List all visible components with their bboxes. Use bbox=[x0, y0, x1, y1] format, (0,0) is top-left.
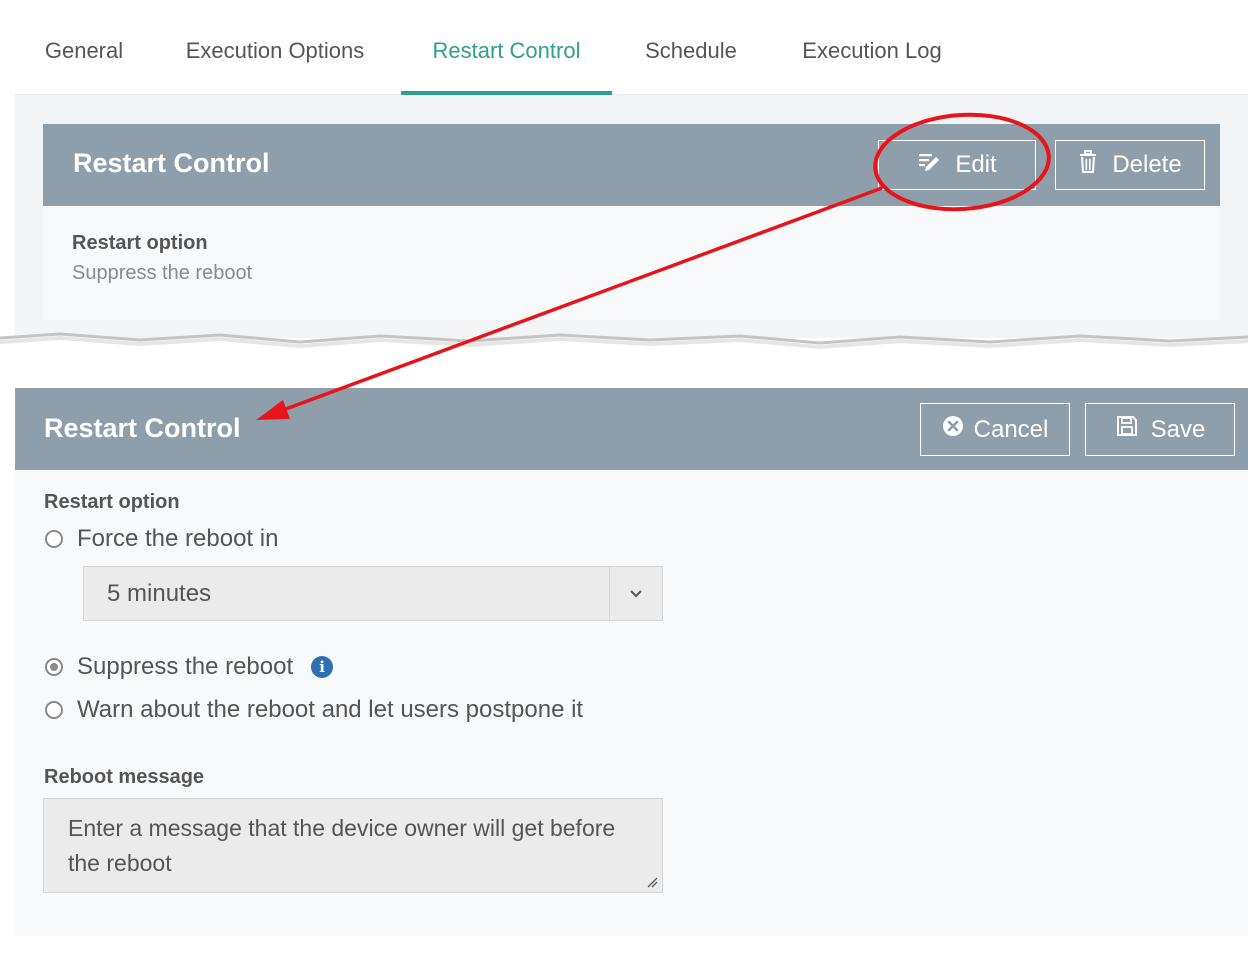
tab-bar: General Execution Options Restart Contro… bbox=[15, 8, 1248, 95]
radio-button-checked[interactable] bbox=[45, 658, 63, 676]
reboot-delay-value: 5 minutes bbox=[107, 580, 212, 607]
card-header: Restart Control Edit Delete bbox=[43, 124, 1220, 206]
cancel-button-label: Cancel bbox=[973, 415, 1049, 443]
tab-schedule[interactable]: Schedule bbox=[643, 8, 739, 94]
tab-general[interactable]: General bbox=[44, 8, 124, 94]
close-circle-icon bbox=[942, 415, 964, 444]
cancel-button[interactable]: Cancel bbox=[920, 403, 1070, 456]
restart-option-value: Suppress the reboot bbox=[72, 262, 253, 284]
delete-button-label: Delete bbox=[1112, 151, 1182, 178]
restart-control-card: Restart Control Edit Delete Restart opti… bbox=[43, 124, 1220, 320]
restart-control-view-panel: General Execution Options Restart Contro… bbox=[15, 8, 1248, 338]
pencil-icon bbox=[917, 151, 941, 180]
edit-card-title: Restart Control bbox=[44, 413, 241, 443]
restart-option-heading: Restart option bbox=[44, 491, 180, 513]
reboot-message-placeholder: Enter a message that the device owner wi… bbox=[68, 815, 616, 876]
info-icon[interactable]: i bbox=[311, 656, 334, 678]
chevron-down-icon[interactable] bbox=[609, 567, 662, 620]
tab-execution-options[interactable]: Execution Options bbox=[181, 8, 369, 94]
trash-icon bbox=[1078, 149, 1098, 181]
edit-button-label: Edit bbox=[955, 151, 997, 178]
reboot-message-textarea[interactable]: Enter a message that the device owner wi… bbox=[43, 798, 663, 893]
floppy-disk-icon bbox=[1115, 414, 1139, 445]
reboot-message-label: Reboot message bbox=[44, 766, 205, 788]
radio-suppress-reboot-label: Suppress the reboot bbox=[77, 653, 294, 680]
radio-suppress-reboot[interactable]: Suppress the reboot i bbox=[45, 653, 334, 681]
card-title: Restart Control bbox=[73, 148, 270, 178]
radio-button[interactable] bbox=[45, 530, 63, 548]
tab-execution-log[interactable]: Execution Log bbox=[799, 8, 945, 94]
restart-control-edit-panel: Restart Control Cancel Save Restart opti… bbox=[15, 388, 1248, 936]
delete-button[interactable]: Delete bbox=[1055, 140, 1205, 190]
radio-warn-reboot[interactable]: Warn about the reboot and let users post… bbox=[45, 696, 583, 724]
radio-force-reboot[interactable]: Force the reboot in bbox=[45, 525, 278, 553]
resize-grip-icon[interactable] bbox=[646, 876, 658, 888]
edit-button[interactable]: Edit bbox=[878, 140, 1036, 190]
radio-button[interactable] bbox=[45, 701, 63, 719]
save-button[interactable]: Save bbox=[1085, 403, 1235, 456]
radio-force-reboot-label: Force the reboot in bbox=[77, 525, 279, 552]
restart-option-label: Restart option bbox=[72, 232, 208, 254]
radio-warn-reboot-label: Warn about the reboot and let users post… bbox=[77, 696, 584, 723]
torn-edge-divider bbox=[0, 332, 1248, 378]
save-button-label: Save bbox=[1150, 415, 1206, 443]
reboot-delay-select[interactable]: 5 minutes bbox=[83, 566, 663, 621]
edit-card-header: Restart Control Cancel Save bbox=[15, 388, 1248, 470]
tab-restart-control[interactable]: Restart Control bbox=[401, 8, 612, 95]
